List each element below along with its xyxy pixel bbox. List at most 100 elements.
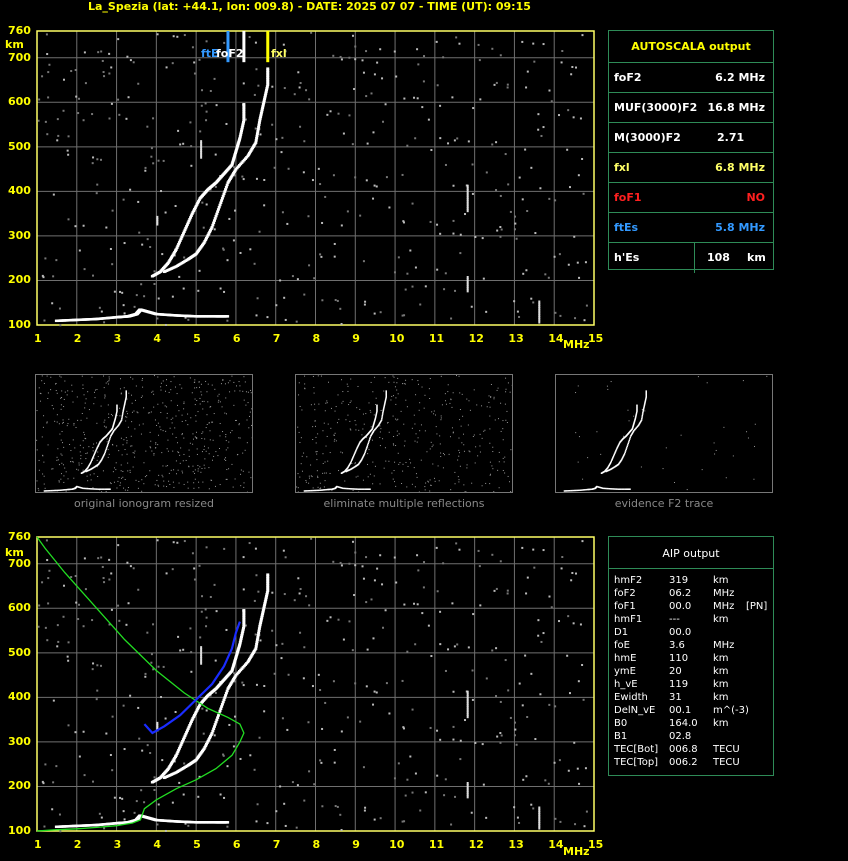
thumbnail-noise-dot	[102, 470, 104, 472]
thumbnail-noise-dot	[351, 462, 353, 464]
thumbnail-noise-dot	[429, 490, 431, 492]
thumbnail-trace-dot	[367, 442, 369, 445]
thumbnail-noise-dot	[322, 453, 324, 455]
noise-dot	[474, 741, 477, 744]
noise-dot	[282, 549, 285, 552]
top-y-unit: km	[5, 38, 24, 51]
thumbnail-noise-dot	[127, 470, 129, 472]
thumbnail-noise-dot	[492, 451, 494, 453]
thumbnail-trace-dot	[622, 488, 625, 490]
thumbnail-trace-dot	[109, 438, 111, 440]
thumbnail-noise-dot	[178, 482, 180, 484]
noise-dot	[477, 43, 480, 46]
thumbnail-noise-dot	[510, 491, 512, 493]
thumbnail-noise-dot	[119, 482, 121, 484]
noise-dot	[514, 222, 517, 225]
noise-dot	[585, 304, 588, 307]
noise-dot	[287, 673, 290, 676]
noise-dot	[282, 43, 285, 46]
noise-dot	[485, 171, 488, 174]
thumbnail-noise-dot	[204, 467, 206, 469]
aip-row-value: 110	[669, 653, 689, 664]
noise-dot	[100, 50, 103, 53]
noise-dot	[548, 197, 551, 200]
thumbnail-noise-dot	[458, 449, 460, 451]
thumbnail-noise-dot	[36, 480, 38, 482]
noise-dot	[281, 642, 284, 645]
noise-dot	[542, 549, 545, 552]
noise-dot	[342, 638, 345, 641]
noise-dot	[526, 70, 529, 73]
thumbnail-trace-dot	[315, 489, 317, 492]
thumbnail-noise-dot	[96, 422, 98, 424]
noise-dot	[226, 765, 229, 768]
noise-dot	[45, 539, 48, 542]
thumbnail-noise-dot	[372, 461, 374, 463]
thumbnail-trace-dot	[570, 489, 572, 492]
noise-dot	[98, 306, 101, 309]
thumbnail-noise-dot	[108, 453, 110, 455]
noise-dot	[182, 142, 185, 145]
thumbnail-noise-dot	[300, 437, 302, 439]
thumbnail-noise-dot	[454, 483, 456, 485]
aip-row-label: hmF1	[614, 614, 643, 625]
thumbnail-noise-dot	[500, 402, 502, 404]
thumbnail-noise-dot	[489, 461, 491, 463]
thumbnail-noise-dot	[396, 382, 398, 384]
noise-dot	[334, 299, 337, 302]
thumbnail-noise-dot	[84, 407, 86, 409]
thumbnail-noise-dot	[199, 403, 201, 405]
thumbnail-noise-dot	[502, 439, 504, 441]
noise-dot	[324, 195, 327, 198]
noise-dot	[362, 260, 365, 263]
thumbnail-trace-dot	[581, 489, 584, 491]
thumbnail-noise-dot	[52, 408, 54, 410]
noise-dot	[253, 93, 256, 96]
thumbnail-trace-dot	[100, 488, 102, 490]
thumbnail-noise-dot	[155, 447, 157, 449]
thumbnail-noise-dot	[207, 383, 209, 385]
thumbnail-noise-dot	[119, 407, 121, 409]
thumbnail-noise-dot	[402, 383, 404, 385]
noise-dot	[471, 163, 474, 166]
noise-dot	[83, 774, 86, 777]
noise-dot	[521, 40, 524, 43]
noise-dot	[133, 811, 136, 814]
noise-dot	[474, 235, 477, 238]
noise-dot	[439, 137, 442, 140]
noise-dot	[199, 636, 202, 639]
thumbnail-noise-dot	[173, 469, 175, 471]
noise-dot	[171, 295, 174, 298]
thumbnail-noise-dot	[143, 407, 145, 409]
thumbnail-noise-dot	[197, 470, 199, 472]
thumbnail-noise-dot	[329, 472, 331, 474]
noise-dot	[144, 675, 147, 678]
thumbnail-noise-dot	[160, 429, 162, 431]
thumbnail-noise-dot	[502, 469, 504, 471]
thumbnail-noise-dot	[126, 453, 128, 455]
thumbnail-noise-dot	[338, 470, 340, 472]
noise-dot	[253, 262, 256, 265]
aip-row-value: 00.0	[669, 601, 692, 612]
thumbnail-noise-dot	[314, 409, 316, 411]
noise-dot	[337, 618, 340, 621]
noise-dot	[348, 114, 351, 117]
noise-dot	[92, 274, 95, 277]
noise-dot	[499, 226, 502, 229]
noise-dot	[43, 319, 46, 322]
x-tick-label: 11	[428, 838, 445, 851]
noise-dot	[283, 296, 286, 299]
noise-dot	[539, 693, 542, 696]
thumbnail-noise-dot	[350, 378, 352, 380]
noise-dot	[146, 744, 149, 747]
thumbnail-trace-dot	[361, 488, 364, 490]
thumbnail-noise-dot	[450, 398, 452, 400]
thumbnail-trace-dot	[629, 436, 632, 439]
thumbnail-noise-dot	[385, 460, 387, 462]
thumbnail-noise-dot	[507, 475, 509, 477]
noise-dot	[226, 259, 229, 262]
thumbnail-noise-dot	[472, 436, 474, 438]
thumbnail-noise-dot	[587, 457, 589, 459]
noise-dot	[234, 209, 237, 212]
noise-dot	[458, 548, 461, 551]
